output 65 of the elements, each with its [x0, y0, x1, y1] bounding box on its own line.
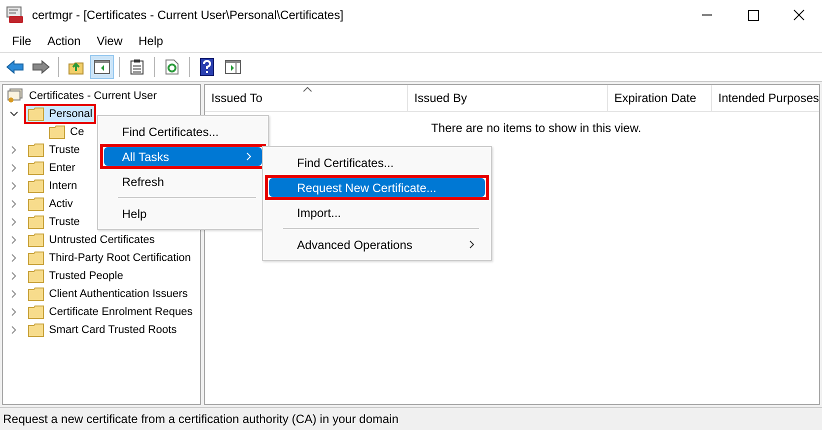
- clipboard-icon[interactable]: [130, 59, 144, 75]
- menu-item[interactable]: File: [4, 34, 40, 48]
- tree-item[interactable]: Truste: [49, 216, 80, 228]
- menu-item[interactable]: Action: [39, 34, 89, 48]
- expand-chevron-icon[interactable]: [9, 235, 19, 245]
- folder-icon: [28, 323, 44, 337]
- tree-item[interactable]: Truste: [49, 144, 80, 156]
- expand-chevron-icon[interactable]: [9, 217, 19, 227]
- tree-item[interactable]: Intern: [49, 180, 78, 192]
- column-header[interactable]: Issued By: [408, 85, 608, 111]
- folder-icon: [28, 233, 44, 247]
- folder-icon: [28, 287, 44, 301]
- tree-item[interactable]: Smart Card Trusted Roots: [49, 324, 177, 336]
- folder-icon: [28, 269, 44, 283]
- context-menu-item[interactable]: All Tasks: [104, 147, 262, 166]
- expand-chevron-icon[interactable]: [9, 145, 19, 155]
- forward-arrow-icon[interactable]: [32, 60, 50, 74]
- expand-chevron-icon[interactable]: [9, 325, 19, 335]
- folder-icon: [28, 161, 44, 175]
- submenu-item[interactable]: Find Certificates...: [269, 153, 485, 172]
- tree-item[interactable]: Untrusted Certificates: [49, 234, 155, 246]
- certificate-icon: [7, 88, 23, 104]
- help-icon[interactable]: [200, 58, 214, 76]
- column-header[interactable]: Expiration Date: [608, 85, 712, 111]
- submenu-item[interactable]: Import...: [269, 203, 485, 222]
- submenu-item[interactable]: Advanced Operations: [269, 235, 485, 254]
- collapse-chevron-icon[interactable]: [9, 109, 19, 119]
- sort-caret-icon: [303, 87, 312, 92]
- tree-item[interactable]: Third-Party Root Certification: [49, 252, 191, 264]
- folder-icon: [28, 107, 44, 121]
- context-menu-item[interactable]: Help: [104, 204, 262, 223]
- folder-icon: [28, 143, 44, 157]
- tree-item[interactable]: Certificate Enrolment Reques: [49, 306, 193, 318]
- refresh-icon[interactable]: [165, 59, 179, 75]
- expand-chevron-icon[interactable]: [9, 163, 19, 173]
- expand-chevron-icon[interactable]: [9, 307, 19, 317]
- tree-root-label[interactable]: Certificates - Current User: [29, 90, 157, 102]
- folder-icon: [28, 197, 44, 211]
- column-header[interactable]: Intended Purposes: [712, 85, 819, 111]
- tree-item[interactable]: Client Authentication Issuers: [49, 288, 188, 300]
- back-arrow-icon[interactable]: [6, 60, 24, 74]
- folder-icon: [28, 179, 44, 193]
- action-pane-icon[interactable]: [225, 60, 241, 74]
- column-header[interactable]: Issued To: [205, 85, 408, 111]
- expand-chevron-icon[interactable]: [9, 253, 19, 263]
- console-tree-icon[interactable]: [94, 60, 110, 74]
- tree-item[interactable]: Ce: [70, 126, 84, 138]
- folder-icon: [28, 215, 44, 229]
- expand-chevron-icon[interactable]: [9, 271, 19, 281]
- status-bar: Request a new certificate from a certification authority (CA) in your domain: [0, 407, 822, 430]
- menu-item[interactable]: View: [88, 34, 130, 48]
- submenu-item[interactable]: Request New Certificate...: [269, 178, 485, 197]
- context-menu-item[interactable]: Find Certificates...: [104, 122, 262, 141]
- window-title: certmgr - [Certificates - Current User\Personal\Certificates]: [32, 8, 344, 22]
- expand-chevron-icon[interactable]: [9, 289, 19, 299]
- context-menu-item[interactable]: Refresh: [104, 172, 262, 191]
- tree-item[interactable]: Enter: [49, 162, 76, 174]
- menu-item[interactable]: Help: [130, 34, 172, 48]
- folder-icon: [28, 305, 44, 319]
- folder-icon: [28, 251, 44, 265]
- app-icon: [6, 6, 24, 24]
- tree-item[interactable]: Activ: [49, 198, 73, 210]
- tree-item[interactable]: Trusted People: [49, 270, 124, 282]
- expand-chevron-icon[interactable]: [9, 199, 19, 209]
- expand-chevron-icon[interactable]: [9, 181, 19, 191]
